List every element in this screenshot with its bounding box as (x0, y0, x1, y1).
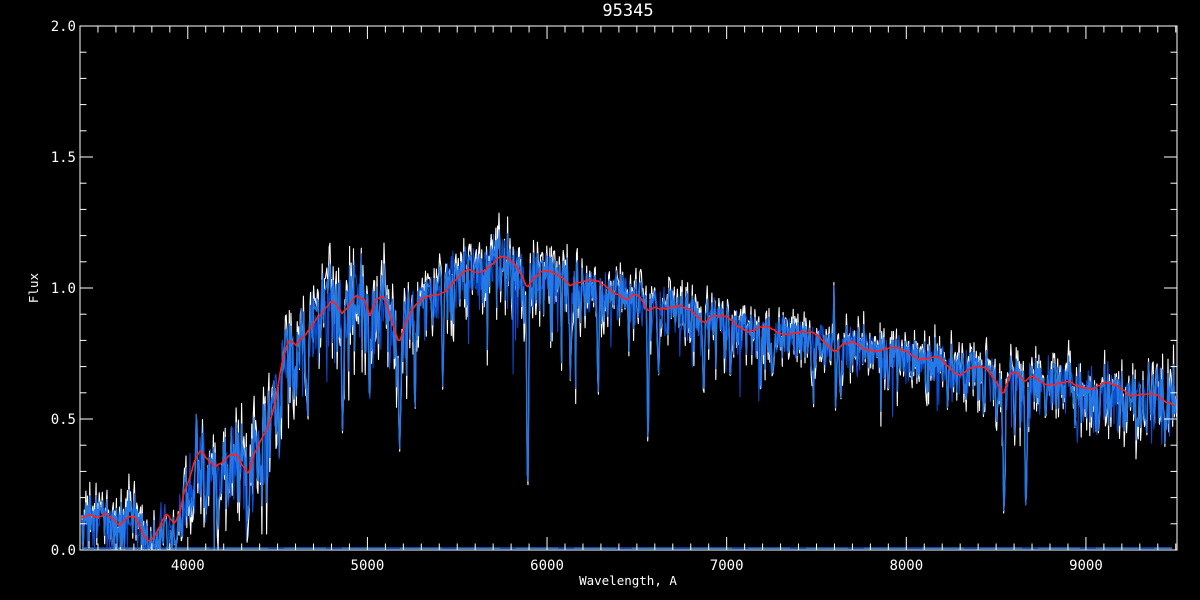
series-spectrum-dark-blue (81, 233, 1177, 550)
y-axis-title: Flux (26, 272, 41, 303)
spectrum-plot: 4000 5000 6000 7000 8000 90000.00.51.01.52.0 … (26, 1, 1178, 588)
x-tick-label: 7000 (710, 558, 744, 574)
x-axis-title: Wavelength, A (579, 573, 677, 588)
x-tick-label: 8000 (889, 558, 923, 574)
plot-title: 95345 (602, 1, 653, 21)
y-tick-label: 2.0 (51, 19, 76, 35)
y-tick-label: 1.5 (51, 150, 76, 166)
x-tick-label: 9000 (1069, 558, 1103, 574)
y-tick-label: 0.0 (51, 543, 76, 559)
x-tick-label: 4000 (171, 558, 205, 574)
y-tick-label: 1.0 (51, 281, 76, 297)
x-tick-label: 5000 (351, 558, 385, 574)
y-tick-label: 0.5 (51, 412, 76, 428)
spectrum-series-group (81, 212, 1177, 550)
spectrum-viewer-window: 4000 5000 6000 7000 8000 9000 0.0 0.5 1.0 1.5 2.0 … (0, 0, 1200, 600)
x-tick-label: 6000 (530, 558, 564, 574)
